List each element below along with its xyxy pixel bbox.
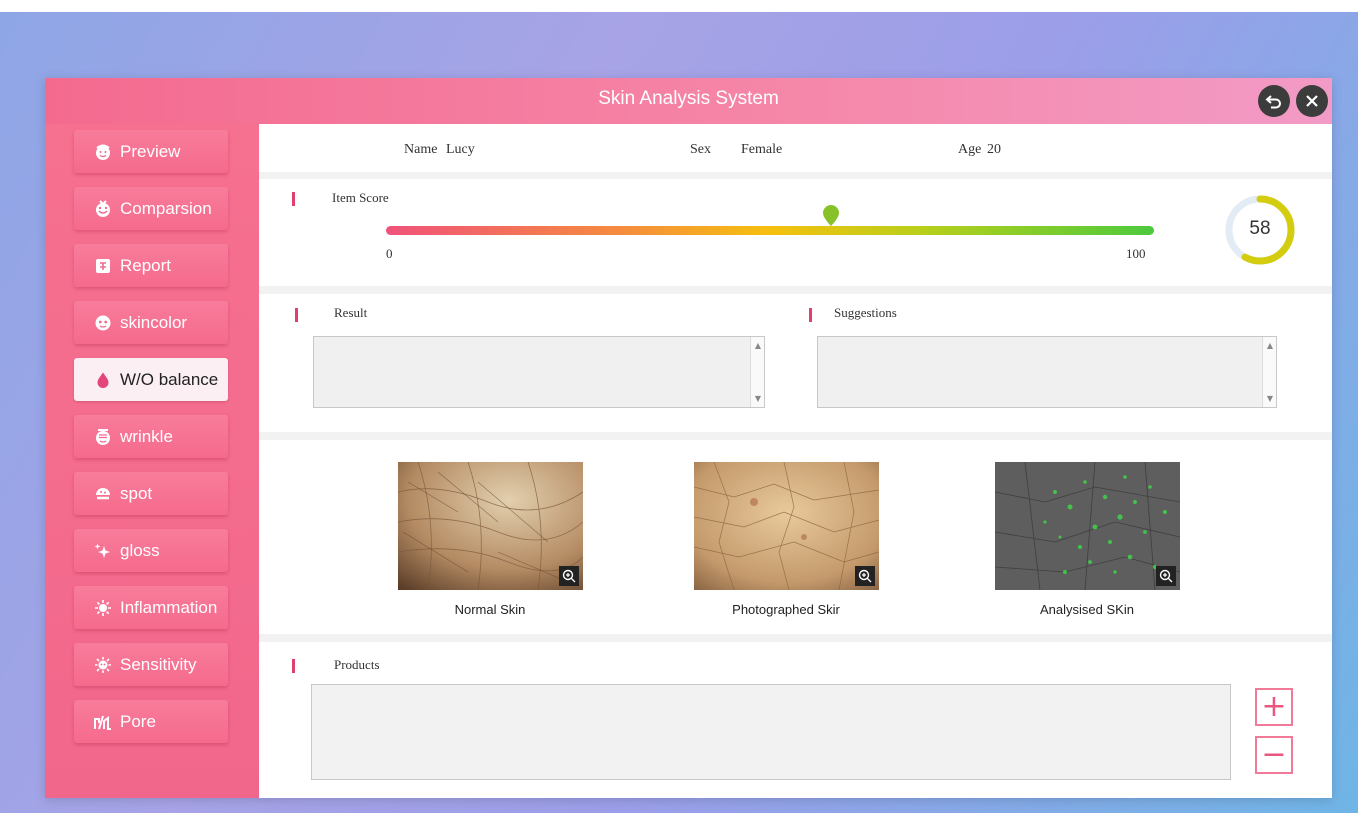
spot-icon [94, 485, 112, 503]
sidebar-item-comparsion[interactable]: Comparsion [74, 187, 228, 230]
section-marker [292, 659, 295, 673]
zoom-in-icon[interactable] [559, 566, 579, 586]
result-suggestions-panel: Result ▲ ▼ Suggestions ▲ ▼ [259, 294, 1332, 432]
item-score-panel: Item Score 0 100 58 [259, 179, 1332, 286]
close-icon [1306, 95, 1318, 107]
name-value: Lucy [446, 142, 475, 157]
age-label: Age [958, 142, 982, 157]
name-label: Name [404, 142, 438, 157]
close-button[interactable] [1296, 85, 1328, 117]
plus-icon: + [1261, 689, 1287, 724]
scroll-down-icon[interactable]: ▼ [1263, 394, 1277, 403]
sidebar-item-label: W/O balance [120, 369, 219, 389]
score-ring: 58 [1225, 195, 1295, 265]
sidebar-item-label: Inflammation [120, 597, 218, 617]
pore-icon [94, 713, 112, 731]
sidebar-item-label: Comparsion [120, 198, 212, 218]
zoom-in-icon[interactable] [1156, 566, 1176, 586]
sidebar: Preview Comparsion Report skincolor W/O … [45, 124, 259, 798]
app-window: Skin Analysis System Preview Comparsion … [45, 78, 1332, 798]
score-value: 58 [1249, 218, 1271, 239]
sensitivity-icon [94, 656, 112, 674]
products-label: Products [334, 657, 380, 672]
window-title: Skin Analysis System [598, 88, 779, 109]
suggestions-label: Suggestions [834, 305, 897, 320]
products-list[interactable] [311, 684, 1231, 780]
result-textarea[interactable]: ▲ ▼ [313, 336, 765, 408]
minus-icon: − [1261, 737, 1287, 772]
water-drop-icon [94, 371, 112, 389]
sidebar-item-label: gloss [120, 540, 160, 560]
sidebar-item-label: skincolor [120, 312, 188, 332]
sex-label: Sex [690, 142, 711, 157]
wrinkle-icon [94, 428, 112, 446]
normal-skin-caption: Normal Skin [454, 602, 526, 617]
back-icon [1265, 95, 1281, 109]
suggestions-textarea[interactable]: ▲ ▼ [817, 336, 1277, 408]
back-button[interactable] [1258, 85, 1290, 117]
sidebar-item-label: Preview [120, 141, 181, 161]
analysised-skin-image[interactable] [995, 462, 1180, 590]
item-score-label: Item Score [332, 190, 389, 205]
sidebar-item-sensitivity[interactable]: Sensitivity [74, 643, 228, 686]
sidebar-item-gloss[interactable]: gloss [74, 529, 228, 572]
section-marker [809, 308, 812, 322]
suggestions-scrollbar[interactable]: ▲ ▼ [1262, 337, 1276, 407]
sidebar-item-preview[interactable]: Preview [74, 130, 228, 173]
skincolor-icon [94, 314, 112, 332]
products-panel: Products + − [259, 642, 1332, 798]
photographed-skin-caption: Photographed Skir [732, 602, 840, 617]
sidebar-item-label: spot [120, 483, 153, 503]
location-pin-icon [823, 205, 840, 226]
patient-info-panel: Name Lucy Sex Female Age 20 [259, 124, 1332, 172]
analysised-skin-caption: Analysised SKin [1040, 602, 1134, 617]
add-product-button[interactable]: + [1255, 688, 1293, 726]
score-marker[interactable] [822, 205, 840, 227]
result-scrollbar[interactable]: ▲ ▼ [750, 337, 764, 407]
score-min-label: 0 [386, 246, 393, 261]
title-bar: Skin Analysis System [45, 78, 1332, 124]
score-max-label: 100 [1126, 246, 1146, 261]
section-marker [295, 308, 298, 322]
sidebar-item-pore[interactable]: Pore [74, 700, 228, 743]
sidebar-item-label: Sensitivity [120, 654, 197, 674]
sidebar-item-report[interactable]: Report [74, 244, 228, 287]
compare-face-icon [94, 199, 112, 218]
sex-value: Female [741, 142, 783, 157]
scroll-up-icon[interactable]: ▲ [1263, 341, 1277, 350]
age-value: 20 [987, 142, 1001, 157]
score-gradient-bar [386, 226, 1154, 235]
main-content: Name Lucy Sex Female Age 20 Item Score 0… [259, 124, 1332, 798]
sidebar-item-wo-balance[interactable]: W/O balance [74, 358, 228, 401]
skin-images-panel: Normal Skin Photographed Skir Analysised… [259, 440, 1332, 634]
sidebar-item-label: wrinkle [120, 426, 173, 446]
sparkle-icon [94, 542, 112, 560]
zoom-in-icon[interactable] [855, 566, 875, 586]
section-marker [292, 192, 295, 206]
remove-product-button[interactable]: − [1255, 736, 1293, 774]
sidebar-item-label: Report [120, 255, 172, 275]
scroll-down-icon[interactable]: ▼ [751, 394, 765, 403]
sidebar-item-label: Pore [120, 711, 156, 731]
sidebar-item-wrinkle[interactable]: wrinkle [74, 415, 228, 458]
inflammation-icon [94, 599, 112, 617]
normal-skin-image[interactable] [398, 462, 583, 590]
sidebar-item-skincolor[interactable]: skincolor [74, 301, 228, 344]
face-icon [94, 143, 112, 161]
sidebar-item-inflammation[interactable]: Inflammation [74, 586, 228, 629]
report-icon [94, 257, 112, 275]
scroll-up-icon[interactable]: ▲ [751, 341, 765, 350]
result-label: Result [334, 305, 368, 320]
photographed-skin-image[interactable] [694, 462, 879, 590]
sidebar-item-spot[interactable]: spot [74, 472, 228, 515]
